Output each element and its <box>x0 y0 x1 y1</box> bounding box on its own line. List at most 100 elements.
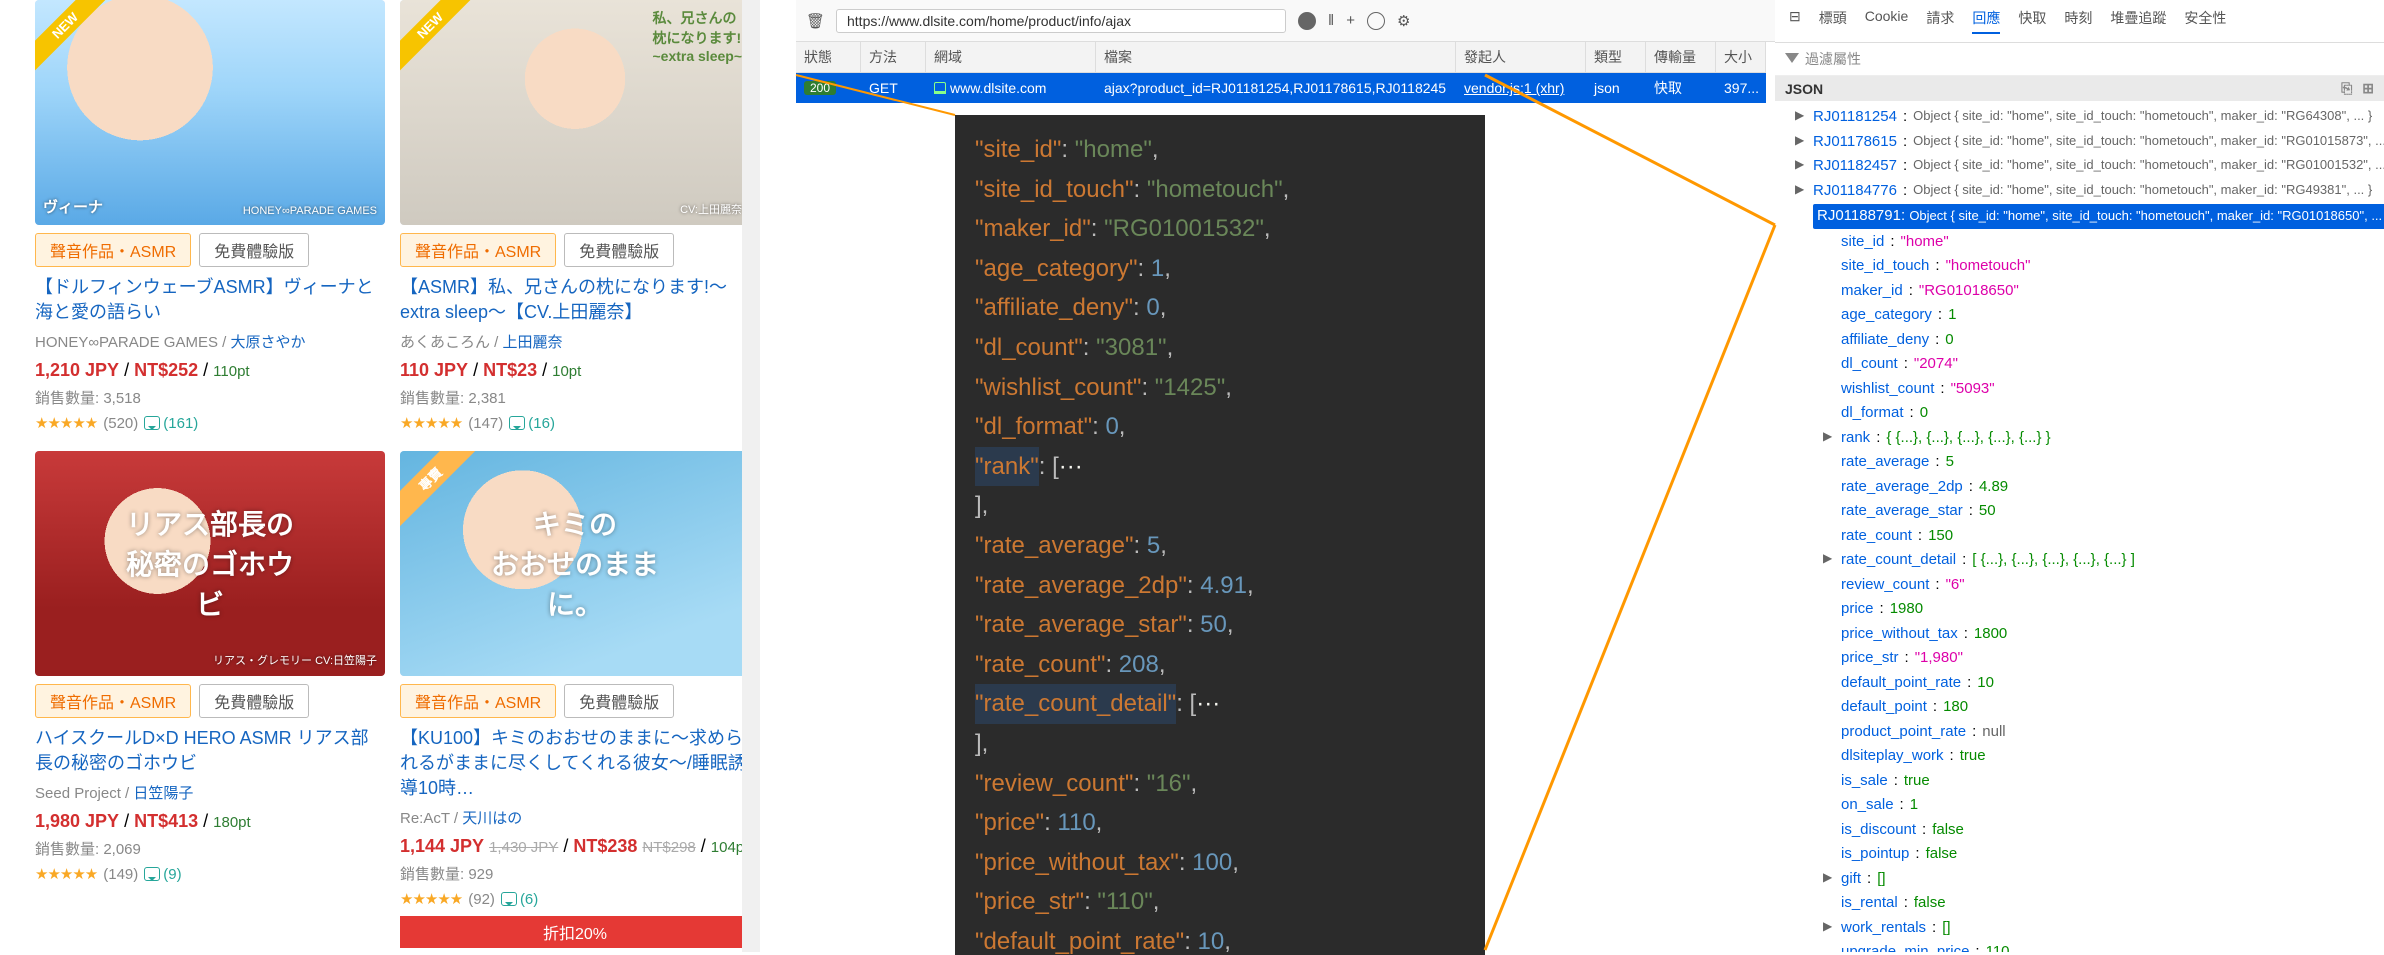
column-header[interactable]: 大小 <box>1716 42 1766 72</box>
trial-tag[interactable]: 免費體驗版 <box>199 233 309 267</box>
plus-icon[interactable]: + <box>1346 12 1355 29</box>
tree-prop[interactable]: default_point_rate: 10 <box>1795 671 2376 696</box>
raw-toggle-icon[interactable]: ⊞ <box>2362 80 2374 97</box>
tree-prop[interactable]: is_rental: false <box>1795 891 2376 916</box>
expand-icon[interactable]: ▶ <box>1795 106 1807 124</box>
tree-prop[interactable]: site_id: "home" <box>1795 230 2376 255</box>
product-card[interactable]: 專賣キミの おおせのままに。聲音作品・ASMR免費體驗版【KU100】キミのおお… <box>400 451 750 952</box>
expand-icon[interactable]: ▶ <box>1823 868 1835 886</box>
comment-link[interactable]: (9) <box>144 866 181 883</box>
product-thumb[interactable]: リアス部長の 秘密のゴホウビリアス・グレモリー CV:日笠陽子 <box>35 451 385 676</box>
tree-prop[interactable]: dl_format: 0 <box>1795 401 2376 426</box>
cv-link[interactable]: 天川はの <box>462 810 522 827</box>
tree-prop[interactable]: is_pointup: false <box>1795 842 2376 867</box>
response-tab[interactable]: 時刻 <box>2064 8 2092 34</box>
panel-toggle-icon[interactable]: ⊟ <box>1789 8 1801 34</box>
response-tab[interactable]: 回應 <box>1972 8 2000 34</box>
tree-prop[interactable]: upgrade_min_price: 110 <box>1795 940 2376 952</box>
product-title[interactable]: 【ASMR】私、兄さんの枕になります!～extra sleep～【CV.上田麗奈… <box>400 275 750 325</box>
tree-node-selected[interactable]: ▼RJ01188791: Object { site_id: "home", s… <box>1795 203 2376 230</box>
column-header[interactable]: 發起人 <box>1456 42 1586 72</box>
network-row[interactable]: 200 GET www.dlsite.com ajax?product_id=R… <box>796 73 1766 103</box>
tree-prop[interactable]: price_without_tax: 1800 <box>1795 622 2376 647</box>
response-tab[interactable]: Cookie <box>1865 8 1909 34</box>
clock-icon[interactable] <box>1367 12 1385 30</box>
expand-icon[interactable]: ▶ <box>1823 549 1835 567</box>
comment-link[interactable]: (161) <box>144 415 198 432</box>
pause-icon[interactable]: ‖ <box>1328 12 1334 29</box>
tree-prop[interactable]: default_point: 180 <box>1795 695 2376 720</box>
tree-prop[interactable]: maker_id: "RG01018650" <box>1795 279 2376 304</box>
gear-icon[interactable]: ⚙ <box>1397 12 1410 30</box>
column-header[interactable]: 類型 <box>1586 42 1646 72</box>
category-tag[interactable]: 聲音作品・ASMR <box>35 684 191 718</box>
stop-icon[interactable] <box>1298 12 1316 30</box>
tree-prop[interactable]: dl_count: "2074" <box>1795 352 2376 377</box>
tree-prop[interactable]: price_str: "1,980" <box>1795 646 2376 671</box>
response-tab[interactable]: 快取 <box>2018 8 2046 34</box>
tree-prop[interactable]: site_id_touch: "hometouch" <box>1795 254 2376 279</box>
expand-icon[interactable]: ▶ <box>1795 180 1807 198</box>
category-tag[interactable]: 聲音作品・ASMR <box>400 233 556 267</box>
tree-prop[interactable]: is_sale: true <box>1795 769 2376 794</box>
tree-prop[interactable]: price: 1980 <box>1795 597 2376 622</box>
initiator-cell[interactable]: vendor.js:1 (xhr) <box>1456 73 1586 103</box>
tree-prop[interactable]: is_discount: false <box>1795 818 2376 843</box>
comment-link[interactable]: (6) <box>501 891 538 908</box>
tree-prop[interactable]: ▶work_rentals: [] <box>1795 916 2376 941</box>
response-tab[interactable]: 安全性 <box>2184 8 2226 34</box>
product-thumb[interactable]: NEW私、兄さんの 枕になります! ~extra sleep~CV:上田麗奈 <box>400 0 750 225</box>
cv-link[interactable]: 大原さやか <box>230 334 305 351</box>
copy-icon[interactable]: ⎘ <box>2341 80 2352 97</box>
expand-icon[interactable]: ▶ <box>1795 155 1807 173</box>
column-header[interactable]: 檔案 <box>1096 42 1456 72</box>
tree-prop[interactable]: ▶rate_count_detail: [ {...}, {...}, {...… <box>1795 548 2376 573</box>
product-thumb[interactable]: 專賣キミの おおせのままに。 <box>400 451 750 676</box>
product-title[interactable]: 【KU100】キミのおおせのままに～求められるがままに尽くしてくれる彼女～/睡眠… <box>400 726 750 802</box>
cv-link[interactable]: 日笠陽子 <box>133 785 193 802</box>
tree-prop[interactable]: affiliate_deny: 0 <box>1795 328 2376 353</box>
collapse-icon[interactable]: ▼ <box>1795 204 1807 222</box>
response-tab[interactable]: 請求 <box>1926 8 1954 34</box>
product-card[interactable]: リアス部長の 秘密のゴホウビリアス・グレモリー CV:日笠陽子聲音作品・ASMR… <box>35 451 385 952</box>
product-thumb[interactable]: NEWヴィーナHONEY∞PARADE GAMES <box>35 0 385 225</box>
response-tab[interactable]: 堆疊追蹤 <box>2110 8 2166 34</box>
tree-prop[interactable]: on_sale: 1 <box>1795 793 2376 818</box>
expand-icon[interactable]: ▶ <box>1823 427 1835 445</box>
trial-tag[interactable]: 免費體驗版 <box>564 684 674 718</box>
tree-prop[interactable]: rate_average_star: 50 <box>1795 499 2376 524</box>
column-header[interactable]: 網域 <box>926 42 1096 72</box>
tree-prop[interactable]: review_count: "6" <box>1795 573 2376 598</box>
product-title[interactable]: ハイスクールD×D HERO ASMR リアス部長の秘密のゴホウビ <box>35 726 385 776</box>
tree-prop[interactable]: product_point_rate: null <box>1795 720 2376 745</box>
tree-prop[interactable]: dlsiteplay_work: true <box>1795 744 2376 769</box>
tree-node[interactable]: ▶RJ01181254: Object { site_id: "home", s… <box>1795 105 2376 130</box>
tree-prop[interactable]: age_category: 1 <box>1795 303 2376 328</box>
expand-icon[interactable]: ▶ <box>1795 131 1807 149</box>
trial-tag[interactable]: 免費體驗版 <box>564 233 674 267</box>
expand-icon[interactable]: ▶ <box>1823 917 1835 935</box>
tree-prop[interactable]: wishlist_count: "5093" <box>1795 377 2376 402</box>
filter-bar[interactable]: 過濾屬性 <box>1775 43 2384 76</box>
product-card[interactable]: NEWヴィーナHONEY∞PARADE GAMES聲音作品・ASMR免費體驗版【… <box>35 0 385 436</box>
cv-link[interactable]: 上田麗奈 <box>503 334 563 351</box>
trash-icon[interactable]: 🗑 <box>806 12 824 30</box>
category-tag[interactable]: 聲音作品・ASMR <box>35 233 191 267</box>
json-tree[interactable]: ▶RJ01181254: Object { site_id: "home", s… <box>1775 101 2384 952</box>
json-section-label[interactable]: JSON ⎘ ⊞ <box>1775 76 2384 101</box>
category-tag[interactable]: 聲音作品・ASMR <box>400 684 556 718</box>
tree-node[interactable]: ▶RJ01184776: Object { site_id: "home", s… <box>1795 179 2376 204</box>
tree-prop[interactable]: rate_average: 5 <box>1795 450 2376 475</box>
trial-tag[interactable]: 免費體驗版 <box>199 684 309 718</box>
product-card[interactable]: NEW私、兄さんの 枕になります! ~extra sleep~CV:上田麗奈聲音… <box>400 0 750 436</box>
tree-prop[interactable]: ▶gift: [] <box>1795 867 2376 892</box>
response-tab[interactable]: 標頭 <box>1819 8 1847 34</box>
column-header[interactable]: 傳輸量 <box>1646 42 1716 72</box>
tree-prop[interactable]: ▶rank: { {...}, {...}, {...}, {...}, {..… <box>1795 426 2376 451</box>
column-header[interactable]: 狀態 <box>796 42 861 72</box>
tree-node[interactable]: ▶RJ01178615: Object { site_id: "home", s… <box>1795 130 2376 155</box>
comment-link[interactable]: (16) <box>509 415 555 432</box>
column-header[interactable]: 方法 <box>861 42 926 72</box>
tree-prop[interactable]: rate_average_2dp: 4.89 <box>1795 475 2376 500</box>
tree-node[interactable]: ▶RJ01182457: Object { site_id: "home", s… <box>1795 154 2376 179</box>
